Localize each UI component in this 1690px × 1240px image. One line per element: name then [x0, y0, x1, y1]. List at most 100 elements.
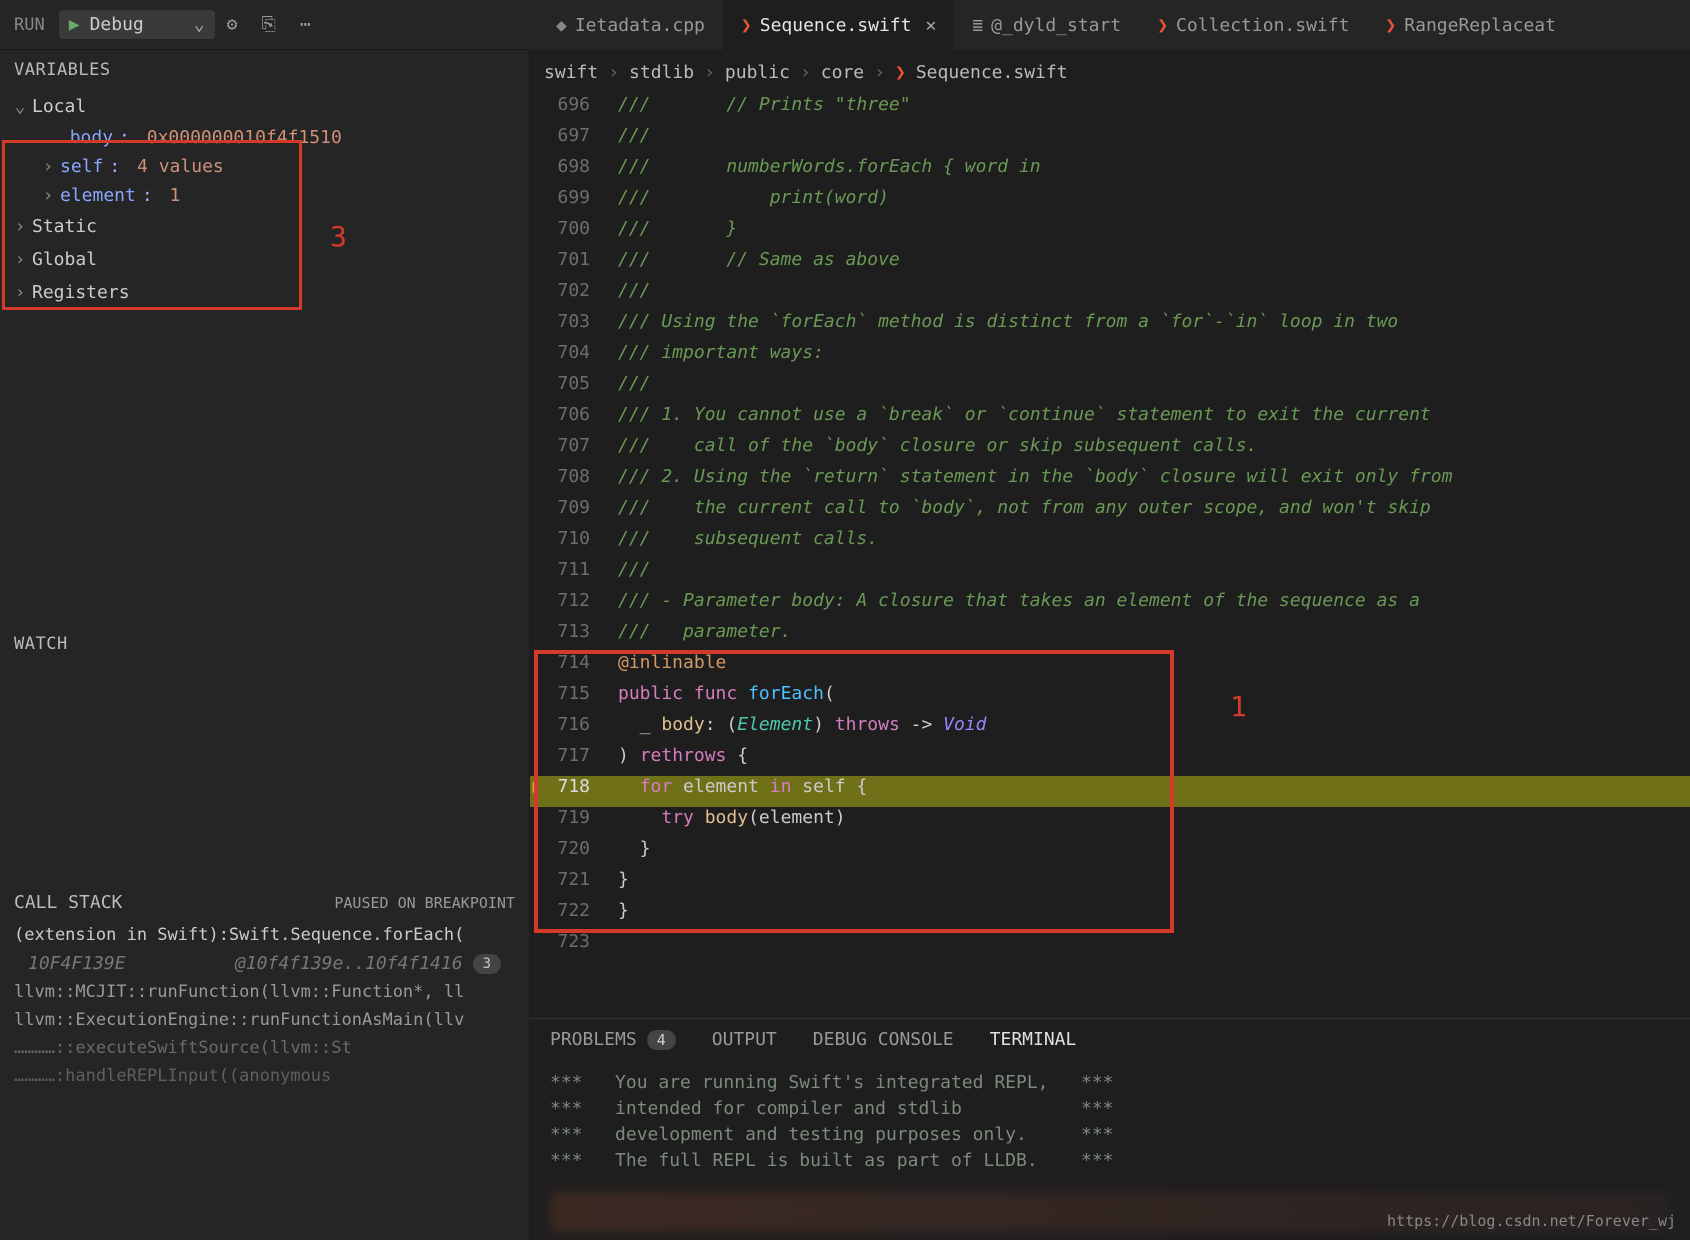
breakpoint-icon[interactable]: ◗: [530, 776, 541, 797]
code-line[interactable]: 700/// }: [530, 218, 1690, 249]
code-line[interactable]: 719 try body(element): [530, 807, 1690, 838]
swift-icon: ❯: [741, 15, 752, 36]
stack-frame-detail[interactable]: 10F4F139E @10f4f139e..10f4f1416 3: [0, 949, 529, 978]
stack-frame[interactable]: …………::executeSwiftSource(llvm::St: [0, 1034, 529, 1062]
stack-frame[interactable]: (extension in Swift):Swift.Sequence.forE…: [0, 921, 529, 949]
play-icon: ▶: [69, 14, 80, 35]
variables-title: VARIABLES: [0, 50, 529, 90]
line-number: 704: [530, 342, 618, 373]
crumb[interactable]: swift: [544, 62, 598, 83]
var-element[interactable]: › element: 1: [0, 181, 529, 210]
crumb[interactable]: public: [725, 62, 790, 83]
breadcrumb[interactable]: swift› stdlib› public› core› ❯ Sequence.…: [530, 50, 1690, 94]
code-line[interactable]: 701/// // Same as above: [530, 249, 1690, 280]
code-line[interactable]: 723: [530, 931, 1690, 962]
tab-debug-console[interactable]: DEBUG CONSOLE: [813, 1029, 954, 1050]
debug-config-label: Debug: [90, 14, 144, 35]
var-self[interactable]: › self: 4 values: [0, 152, 529, 181]
code-line[interactable]: 716 _ body: (Element) throws -> Void: [530, 714, 1690, 745]
line-number: 711: [530, 559, 618, 590]
scope-label: Registers: [32, 282, 130, 303]
code-line[interactable]: 721}: [530, 869, 1690, 900]
code-line[interactable]: 717) rethrows {: [530, 745, 1690, 776]
tab-problems[interactable]: PROBLEMS 4: [550, 1029, 676, 1050]
tab-label: Ietadata.cpp: [575, 15, 705, 36]
code-line[interactable]: 706/// 1. You cannot use a `break` or `c…: [530, 404, 1690, 435]
swift-icon: ❯: [1385, 15, 1396, 36]
cpp-icon: ◆: [556, 15, 567, 36]
code-line[interactable]: 699/// print(word): [530, 187, 1690, 218]
terminal-output[interactable]: *** You are running Swift's integrated R…: [530, 1060, 1690, 1184]
crumb[interactable]: core: [821, 62, 864, 83]
code-line[interactable]: 709/// the current call to `body`, not f…: [530, 497, 1690, 528]
swift-icon: ❯: [895, 62, 906, 83]
debug-config-dropdown[interactable]: ▶ Debug ⌄: [59, 10, 215, 39]
crumb[interactable]: stdlib: [629, 62, 694, 83]
scope-static[interactable]: › Static: [0, 210, 529, 243]
code-line[interactable]: 703/// Using the `forEach` method is dis…: [530, 311, 1690, 342]
line-number: 706: [530, 404, 618, 435]
code-line[interactable]: 707/// call of the `body` closure or ski…: [530, 435, 1690, 466]
line-number: 697: [530, 125, 618, 156]
code-line[interactable]: 711///: [530, 559, 1690, 590]
line-number: 696: [530, 94, 618, 125]
line-number: 723: [530, 931, 618, 962]
line-number: 715: [530, 683, 618, 714]
code-editor[interactable]: 696/// // Prints "three"697///698/// num…: [530, 94, 1690, 1018]
code-line[interactable]: 704/// important ways:: [530, 342, 1690, 373]
more-icon[interactable]: ⋯: [288, 14, 323, 35]
run-label: RUN: [0, 15, 59, 35]
asm-icon: ≣: [972, 15, 983, 36]
code-line[interactable]: 702///: [530, 280, 1690, 311]
line-number: 703: [530, 311, 618, 342]
tab-label: Sequence.swift: [760, 15, 912, 36]
tab-terminal[interactable]: TERMINAL: [990, 1029, 1077, 1050]
var-body[interactable]: body: 0x000000010f4f1510: [0, 123, 529, 152]
code-line[interactable]: 715public func forEach(: [530, 683, 1690, 714]
tab-sequence-swift[interactable]: ❯ Sequence.swift ✕: [723, 0, 954, 50]
debug-sidebar: VARIABLES ⌄ Local body: 0x000000010f4f15…: [0, 50, 530, 1240]
frame-range: @10f4f139e..10f4f1416: [235, 953, 463, 974]
tab-rangereplaceable[interactable]: ❯ RangeReplaceat: [1367, 0, 1574, 50]
code-line[interactable]: 712/// - Parameter body: A closure that …: [530, 590, 1690, 621]
tab-dyld-start[interactable]: ≣ @_dyld_start: [954, 0, 1139, 50]
code-line[interactable]: 722}: [530, 900, 1690, 931]
code-line[interactable]: ◗718 for element in self {: [530, 776, 1690, 807]
watermark-url: https://blog.csdn.net/Forever_wj: [1387, 1212, 1676, 1230]
line-number: 718: [530, 776, 618, 807]
line-number: 707: [530, 435, 618, 466]
crumb[interactable]: Sequence.swift: [916, 62, 1068, 83]
close-icon[interactable]: ✕: [925, 15, 936, 36]
code-line[interactable]: 696/// // Prints "three": [530, 94, 1690, 125]
tab-label: Collection.swift: [1176, 15, 1349, 36]
line-number: 708: [530, 466, 618, 497]
code-line[interactable]: 698/// numberWords.forEach { word in: [530, 156, 1690, 187]
scope-local[interactable]: ⌄ Local: [0, 90, 529, 123]
tab-output[interactable]: OUTPUT: [712, 1029, 777, 1050]
stack-frame[interactable]: …………:handleREPLInput((anonymous: [0, 1062, 529, 1090]
tab-metadata-cpp[interactable]: ◆ Ietadata.cpp: [538, 0, 723, 50]
debug-console-icon[interactable]: ⎘: [249, 14, 287, 35]
line-number: 702: [530, 280, 618, 311]
line-number: 698: [530, 156, 618, 187]
line-number: 716: [530, 714, 618, 745]
scope-global[interactable]: › Global: [0, 243, 529, 276]
code-line[interactable]: 705///: [530, 373, 1690, 404]
tab-label: RangeReplaceat: [1404, 15, 1556, 36]
callstack-title: CALL STACK: [14, 892, 122, 913]
code-line[interactable]: 714@inlinable: [530, 652, 1690, 683]
scope-registers[interactable]: › Registers: [0, 276, 529, 309]
gear-icon[interactable]: ⚙: [215, 14, 250, 35]
line-number: 720: [530, 838, 618, 869]
stack-frame[interactable]: llvm::MCJIT::runFunction(llvm::Function*…: [0, 978, 529, 1006]
code-line[interactable]: 710/// subsequent calls.: [530, 528, 1690, 559]
scope-label: Local: [32, 96, 86, 117]
stack-frame[interactable]: llvm::ExecutionEngine::runFunctionAsMain…: [0, 1006, 529, 1034]
tab-collection-swift[interactable]: ❯ Collection.swift: [1139, 0, 1367, 50]
code-line[interactable]: 720 }: [530, 838, 1690, 869]
code-line[interactable]: 713/// parameter.: [530, 621, 1690, 652]
line-number: 722: [530, 900, 618, 931]
code-line[interactable]: 708/// 2. Using the `return` statement i…: [530, 466, 1690, 497]
line-number: 709: [530, 497, 618, 528]
code-line[interactable]: 697///: [530, 125, 1690, 156]
